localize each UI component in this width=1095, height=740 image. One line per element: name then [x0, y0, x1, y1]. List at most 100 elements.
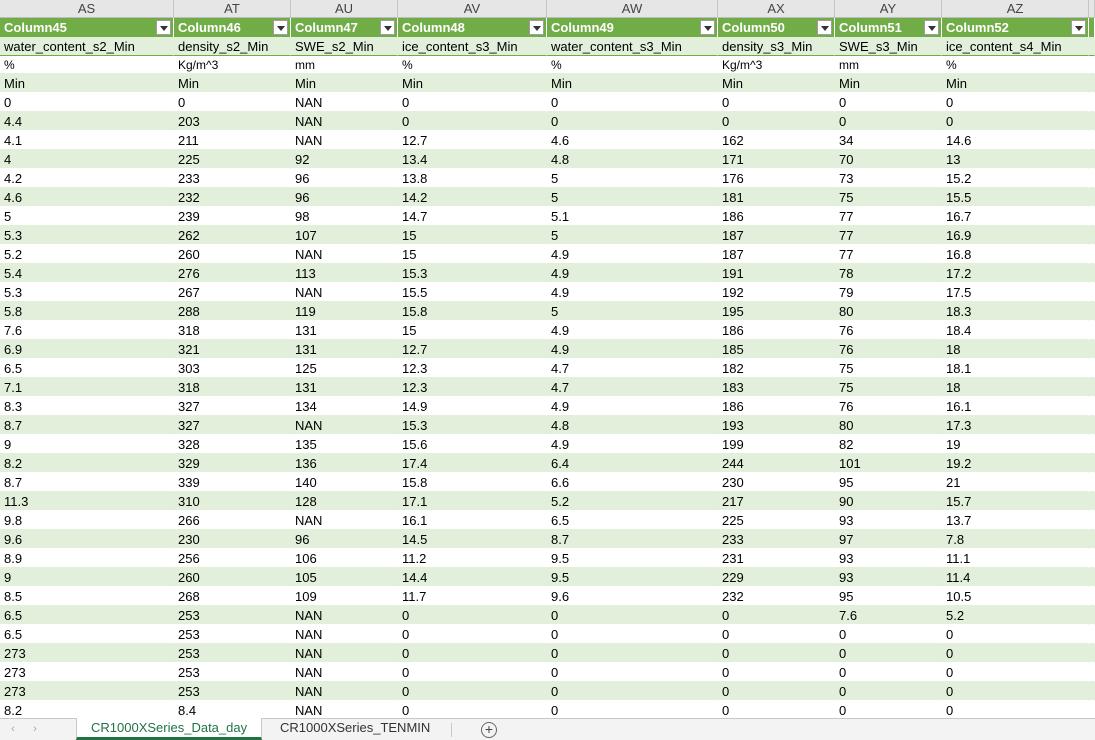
grid-cell[interactable]: 11.4 — [942, 568, 1089, 587]
grid-cell[interactable]: 77 — [835, 245, 942, 264]
grid-cell[interactable]: 76 — [835, 397, 942, 416]
grid-cell[interactable]: water_content_s2_Min — [0, 37, 174, 56]
plus-circle-icon[interactable]: + — [481, 722, 497, 738]
grid-cell[interactable]: 6.5 — [0, 625, 174, 644]
grid-cell[interactable]: 13.8 — [398, 169, 547, 188]
grid-cell[interactable]: 0 — [398, 93, 547, 112]
column-header-AY[interactable]: AY — [835, 0, 942, 17]
grid-cell[interactable]: 8.7 — [547, 530, 718, 549]
grid-cell[interactable]: 12.7 — [398, 131, 547, 150]
grid-cell[interactable]: 0 — [835, 644, 942, 663]
grid-cell[interactable]: 18 — [942, 340, 1089, 359]
grid-cell[interactable]: 9 — [0, 435, 174, 454]
grid-cell[interactable]: 18 — [942, 378, 1089, 397]
grid-cell[interactable]: 0 — [942, 625, 1089, 644]
grid-cell[interactable]: 98 — [291, 207, 398, 226]
grid-cell[interactable]: 8.7 — [0, 473, 174, 492]
grid-cell[interactable]: 0 — [718, 112, 835, 131]
grid-cell[interactable]: 5.2 — [547, 492, 718, 511]
grid-cell[interactable]: 15.6 — [398, 435, 547, 454]
grid-cell[interactable]: 193 — [718, 416, 835, 435]
grid-cell[interactable]: 0 — [835, 93, 942, 112]
grid-cell[interactable]: NAN — [291, 663, 398, 682]
grid-cell[interactable]: 7.6 — [0, 321, 174, 340]
grid-cell[interactable]: 13.4 — [398, 150, 547, 169]
grid-cell[interactable]: 14.2 — [398, 188, 547, 207]
grid-cell[interactable]: 256 — [174, 549, 291, 568]
spreadsheet-grid[interactable]: AS AT AU AV AW AX AY AZ Column45 Column4… — [0, 0, 1095, 718]
grid-cell[interactable]: 327 — [174, 416, 291, 435]
grid-cell[interactable]: 0 — [547, 112, 718, 131]
grid-cell[interactable]: 192 — [718, 283, 835, 302]
grid-cell[interactable]: 7.1 — [0, 378, 174, 397]
grid-cell[interactable]: SWE_s2_Min — [291, 37, 398, 56]
filter-dropdown-icon[interactable] — [924, 20, 939, 35]
sheet-tab-data-day[interactable]: CR1000XSeries_Data_day — [76, 718, 263, 740]
grid-cell[interactable]: 11.3 — [0, 492, 174, 511]
grid-cell[interactable]: 101 — [835, 454, 942, 473]
grid-cell[interactable]: 186 — [718, 321, 835, 340]
grid-cell[interactable]: 9 — [0, 568, 174, 587]
grid-cell[interactable] — [1089, 454, 1095, 473]
grid-cell[interactable]: 6.9 — [0, 340, 174, 359]
grid-cell[interactable]: 183 — [718, 378, 835, 397]
grid-cell[interactable]: 186 — [718, 207, 835, 226]
grid-cell[interactable]: 0 — [718, 606, 835, 625]
grid-cell[interactable]: 239 — [174, 207, 291, 226]
grid-cell[interactable]: 16.1 — [398, 511, 547, 530]
grid-cell[interactable]: 15 — [398, 226, 547, 245]
grid-cell[interactable]: 0 — [718, 93, 835, 112]
grid-cell[interactable]: 14.9 — [398, 397, 547, 416]
grid-cell[interactable]: 176 — [718, 169, 835, 188]
grid-cell[interactable] — [1089, 112, 1095, 131]
grid-cell[interactable]: 5 — [547, 226, 718, 245]
grid-cell[interactable]: 203 — [174, 112, 291, 131]
grid-cell[interactable] — [1089, 264, 1095, 283]
grid-cell[interactable] — [1089, 74, 1095, 93]
chevron-right-icon[interactable]: › — [30, 724, 40, 735]
column-header-AX[interactable]: AX — [718, 0, 835, 17]
grid-cell[interactable]: NAN — [291, 511, 398, 530]
grid-cell[interactable]: 13 — [942, 150, 1089, 169]
grid-cell[interactable]: 5 — [547, 188, 718, 207]
grid-cell[interactable]: 244 — [718, 454, 835, 473]
grid-cell[interactable]: 6.5 — [547, 511, 718, 530]
grid-cell[interactable]: 70 — [835, 150, 942, 169]
grid-cell[interactable]: 186 — [718, 397, 835, 416]
grid-cell[interactable]: 75 — [835, 188, 942, 207]
table-header-cell[interactable]: Column49 — [547, 18, 718, 37]
column-header-AZ[interactable]: AZ — [942, 0, 1089, 17]
grid-cell[interactable]: 17.1 — [398, 492, 547, 511]
grid-cell[interactable]: 134 — [291, 397, 398, 416]
grid-cell[interactable]: Min — [174, 74, 291, 93]
grid-cell[interactable]: 0 — [942, 644, 1089, 663]
grid-cell[interactable]: 262 — [174, 226, 291, 245]
grid-cell[interactable]: mm — [291, 56, 398, 74]
grid-cell[interactable]: 253 — [174, 644, 291, 663]
grid-cell[interactable] — [1089, 416, 1095, 435]
grid-cell[interactable]: 0 — [835, 625, 942, 644]
grid-cell[interactable]: 16.9 — [942, 226, 1089, 245]
grid-cell[interactable]: 181 — [718, 188, 835, 207]
grid-cell[interactable]: 211 — [174, 131, 291, 150]
grid-cell[interactable] — [1089, 207, 1095, 226]
grid-cell[interactable]: 131 — [291, 340, 398, 359]
grid-cell[interactable]: 4.6 — [0, 188, 174, 207]
grid-cell[interactable]: 5.2 — [942, 606, 1089, 625]
grid-cell[interactable]: 0 — [547, 625, 718, 644]
grid-cell[interactable]: 0 — [0, 93, 174, 112]
grid-cell[interactable]: 4.8 — [547, 150, 718, 169]
grid-cell[interactable]: 4.7 — [547, 359, 718, 378]
grid-cell[interactable]: water_content_s3_Min — [547, 37, 718, 56]
filter-dropdown-icon[interactable] — [529, 20, 544, 35]
grid-cell[interactable] — [1089, 492, 1095, 511]
grid-cell[interactable]: 0 — [398, 606, 547, 625]
grid-cell[interactable]: 12.3 — [398, 359, 547, 378]
grid-cell[interactable]: 113 — [291, 264, 398, 283]
grid-cell[interactable] — [1089, 245, 1095, 264]
grid-cell[interactable]: 187 — [718, 245, 835, 264]
grid-cell[interactable]: 0 — [547, 701, 718, 718]
grid-cell[interactable]: 4.8 — [547, 416, 718, 435]
grid-cell[interactable]: % — [398, 56, 547, 74]
grid-cell[interactable]: 0 — [398, 701, 547, 718]
